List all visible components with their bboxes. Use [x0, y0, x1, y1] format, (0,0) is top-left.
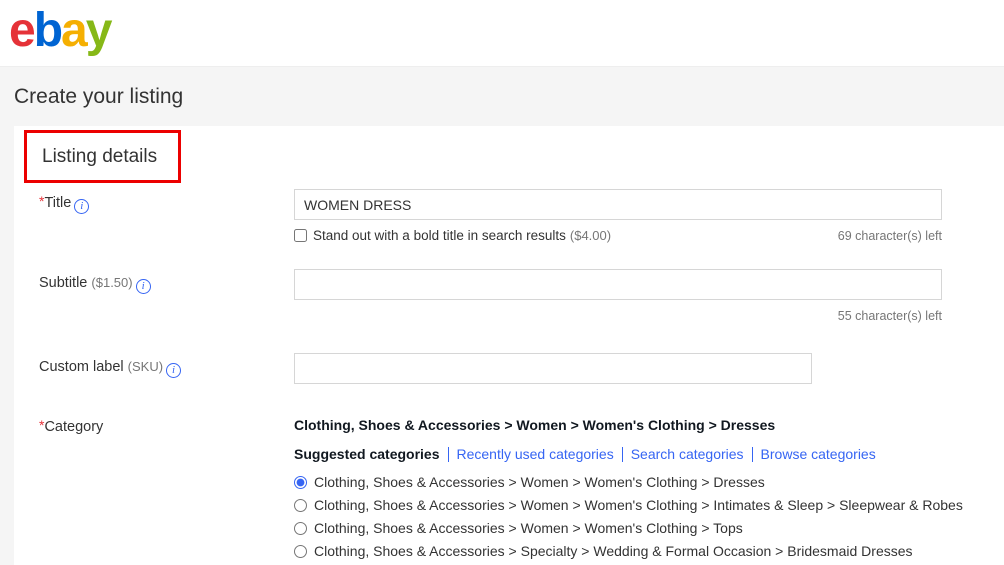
custom-label-note: (SKU): [128, 359, 163, 374]
tab-separator: [752, 447, 753, 462]
category-option[interactable]: Clothing, Shoes & Accessories > Women > …: [294, 474, 1004, 490]
custom-label-info-icon[interactable]: i: [166, 363, 181, 378]
site-header: ebay: [0, 0, 1004, 66]
left-gutter: [0, 126, 14, 565]
subtitle-price-note: ($1.50): [91, 275, 132, 290]
tab-separator: [448, 447, 449, 462]
logo-letter-b: b: [34, 3, 61, 59]
category-label: Category: [44, 419, 103, 435]
page-body: Listing details *Titlei Stand out with a…: [0, 126, 1004, 565]
tab-suggested-categories[interactable]: Suggested categories: [294, 446, 440, 462]
category-selected-breadcrumb: Clothing, Shoes & Accessories > Women > …: [294, 413, 1004, 433]
subtitle-input[interactable]: [294, 269, 942, 300]
page-title: Create your listing: [14, 85, 183, 109]
category-tabs: Suggested categories Recently used categ…: [294, 446, 1004, 462]
subtitle-field-cell: 55 character(s) left: [294, 269, 1004, 323]
tab-search-categories[interactable]: Search categories: [631, 446, 744, 462]
category-field-cell: Clothing, Shoes & Accessories > Women > …: [294, 413, 1004, 565]
custom-label-label: Custom label: [39, 359, 124, 375]
tab-browse-categories[interactable]: Browse categories: [761, 446, 876, 462]
title-label-cell: *Titlei: [14, 189, 294, 214]
logo-letter-a: a: [61, 3, 86, 59]
category-option-radio[interactable]: [294, 476, 307, 489]
category-options-list: Clothing, Shoes & Accessories > Women > …: [294, 474, 1004, 559]
section-title: Listing details: [42, 146, 157, 168]
title-label: Title: [44, 195, 71, 211]
listing-details-section-header: Listing details: [24, 130, 181, 183]
category-option-radio[interactable]: [294, 499, 307, 512]
title-info-icon[interactable]: i: [74, 199, 89, 214]
row-custom-label: Custom label (SKU)i: [14, 353, 1004, 384]
page-title-band: Create your listing: [0, 66, 1004, 126]
tab-separator: [622, 447, 623, 462]
row-subtitle: Subtitle ($1.50) i 55 character(s) left: [14, 269, 1004, 323]
subtitle-info-icon[interactable]: i: [136, 279, 151, 294]
row-category: *Category Clothing, Shoes & Accessories …: [14, 413, 1004, 565]
bold-title-label: Stand out with a bold title in search re…: [313, 228, 566, 243]
title-field-cell: Stand out with a bold title in search re…: [294, 189, 1004, 243]
category-option-radio[interactable]: [294, 522, 307, 535]
title-chars-left: 69 character(s) left: [838, 229, 942, 243]
listing-form: *Titlei Stand out with a bold title in s…: [14, 189, 1004, 565]
ebay-logo[interactable]: ebay: [9, 3, 110, 59]
custom-label-label-cell: Custom label (SKU)i: [14, 353, 294, 378]
logo-letter-y: y: [86, 3, 111, 59]
bold-title-checkbox[interactable]: [294, 229, 307, 242]
category-option-label: Clothing, Shoes & Accessories > Women > …: [314, 520, 743, 536]
logo-letter-e: e: [9, 3, 34, 59]
tab-recently-used-categories[interactable]: Recently used categories: [457, 446, 614, 462]
bold-title-price: ($4.00): [570, 228, 611, 243]
category-option-label: Clothing, Shoes & Accessories > Specialt…: [314, 543, 913, 559]
category-option-label: Clothing, Shoes & Accessories > Women > …: [314, 497, 963, 513]
category-label-cell: *Category: [14, 413, 294, 437]
subtitle-chars-left: 55 character(s) left: [294, 309, 942, 323]
row-title: *Titlei Stand out with a bold title in s…: [14, 189, 1004, 243]
title-options-row: Stand out with a bold title in search re…: [294, 228, 942, 243]
category-option-label: Clothing, Shoes & Accessories > Women > …: [314, 474, 765, 490]
listing-form-panel: Listing details *Titlei Stand out with a…: [14, 126, 1004, 565]
category-option-radio[interactable]: [294, 545, 307, 558]
subtitle-label: Subtitle: [39, 275, 87, 291]
custom-label-field-cell: [294, 353, 1004, 384]
category-option[interactable]: Clothing, Shoes & Accessories > Women > …: [294, 520, 1004, 536]
custom-label-input[interactable]: [294, 353, 812, 384]
category-option[interactable]: Clothing, Shoes & Accessories > Women > …: [294, 497, 1004, 513]
title-input[interactable]: [294, 189, 942, 220]
subtitle-label-cell: Subtitle ($1.50) i: [14, 269, 294, 294]
category-option[interactable]: Clothing, Shoes & Accessories > Specialt…: [294, 543, 1004, 559]
